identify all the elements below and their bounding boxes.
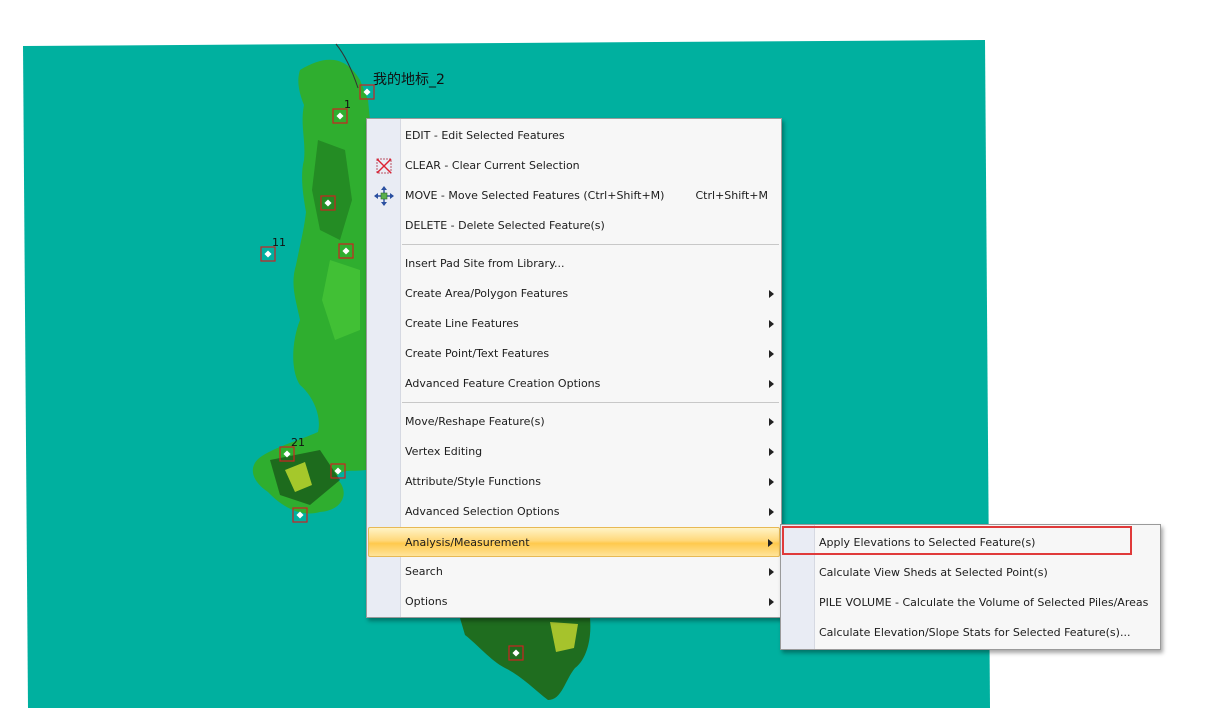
menu-item-label: Advanced Feature Creation Options xyxy=(405,377,601,390)
submenu-arrow-icon xyxy=(769,508,774,516)
submenu-arrow-icon xyxy=(769,320,774,328)
menu-item-label: Create Point/Text Features xyxy=(405,347,550,360)
submenu-item-view-sheds[interactable]: Calculate View Sheds at Selected Point(s… xyxy=(782,558,1159,588)
menu-item-create-point[interactable]: Create Point/Text Features xyxy=(368,339,780,369)
menu-item-vertex-editing[interactable]: Vertex Editing xyxy=(368,437,780,467)
submenu-arrow-icon xyxy=(769,380,774,388)
menu-item-label: DELETE - Delete Selected Feature(s) xyxy=(405,219,605,232)
submenu-arrow-icon xyxy=(769,350,774,358)
menu-item-label: Attribute/Style Functions xyxy=(405,475,541,488)
menu-item-search[interactable]: Search xyxy=(368,557,780,587)
menu-item-attribute-style[interactable]: Attribute/Style Functions xyxy=(368,467,780,497)
menu-item-advanced-selection[interactable]: Advanced Selection Options xyxy=(368,497,780,527)
menu-item-advanced-creation[interactable]: Advanced Feature Creation Options xyxy=(368,369,780,399)
menu-item-label: Create Line Features xyxy=(405,317,519,330)
submenu-arrow-icon xyxy=(769,478,774,486)
menu-item-analysis-measurement[interactable]: Analysis/Measurement xyxy=(368,527,780,557)
submenu-arrow-icon xyxy=(769,448,774,456)
menu-item-options[interactable]: Options xyxy=(368,587,780,617)
menu-item-label: Calculate View Sheds at Selected Point(s… xyxy=(819,566,1048,579)
move-arrows-icon xyxy=(374,186,394,206)
menu-separator xyxy=(402,244,779,245)
submenu-arrow-icon xyxy=(769,290,774,298)
menu-item-label: PILE VOLUME - Calculate the Volume of Se… xyxy=(819,596,1149,609)
menu-item-label: Vertex Editing xyxy=(405,445,483,458)
menu-item-clear[interactable]: CLEAR - Clear Current Selection xyxy=(368,151,780,181)
menu-item-create-area[interactable]: Create Area/Polygon Features xyxy=(368,279,780,309)
menu-item-label: Create Area/Polygon Features xyxy=(405,287,569,300)
menu-separator xyxy=(402,402,779,403)
menu-item-shortcut: Ctrl+Shift+M xyxy=(695,189,769,202)
point-label-1: 1 xyxy=(344,98,351,111)
point-label-21: 21 xyxy=(291,436,305,449)
menu-item-label: Move/Reshape Feature(s) xyxy=(405,415,545,428)
point-label-11: 11 xyxy=(272,236,286,249)
menu-item-label: EDIT - Edit Selected Features xyxy=(405,129,565,142)
submenu-arrow-icon xyxy=(769,598,774,606)
menu-item-label: CLEAR - Clear Current Selection xyxy=(405,159,580,172)
context-menu: EDIT - Edit Selected Features CLEAR - Cl… xyxy=(366,118,782,618)
feature-label: 我的地标_2 xyxy=(373,72,445,88)
menu-item-label: MOVE - Move Selected Features (Ctrl+Shif… xyxy=(405,189,665,202)
submenu-arrow-icon xyxy=(769,418,774,426)
menu-item-move-reshape[interactable]: Move/Reshape Feature(s) xyxy=(368,407,780,437)
menu-item-delete[interactable]: DELETE - Delete Selected Feature(s) xyxy=(368,211,780,241)
menu-item-label: Options xyxy=(405,595,448,608)
menu-item-label: Advanced Selection Options xyxy=(405,505,560,518)
clear-selection-icon xyxy=(374,156,394,176)
highlight-box xyxy=(782,526,1132,555)
submenu-item-pile-volume[interactable]: PILE VOLUME - Calculate the Volume of Se… xyxy=(782,588,1159,618)
menu-item-edit[interactable]: EDIT - Edit Selected Features xyxy=(368,121,780,151)
menu-item-move[interactable]: MOVE - Move Selected Features (Ctrl+Shif… xyxy=(368,181,780,211)
submenu-arrow-icon xyxy=(768,539,773,547)
menu-item-label: Insert Pad Site from Library... xyxy=(405,257,565,270)
submenu-item-elevation-slope-stats[interactable]: Calculate Elevation/Slope Stats for Sele… xyxy=(782,618,1159,648)
menu-item-label: Search xyxy=(405,565,443,578)
menu-item-insert-pad-site[interactable]: Insert Pad Site from Library... xyxy=(368,249,780,279)
menu-item-create-line[interactable]: Create Line Features xyxy=(368,309,780,339)
menu-item-label: Calculate Elevation/Slope Stats for Sele… xyxy=(819,626,1131,639)
submenu-arrow-icon xyxy=(769,568,774,576)
menu-item-label: Analysis/Measurement xyxy=(405,536,530,549)
